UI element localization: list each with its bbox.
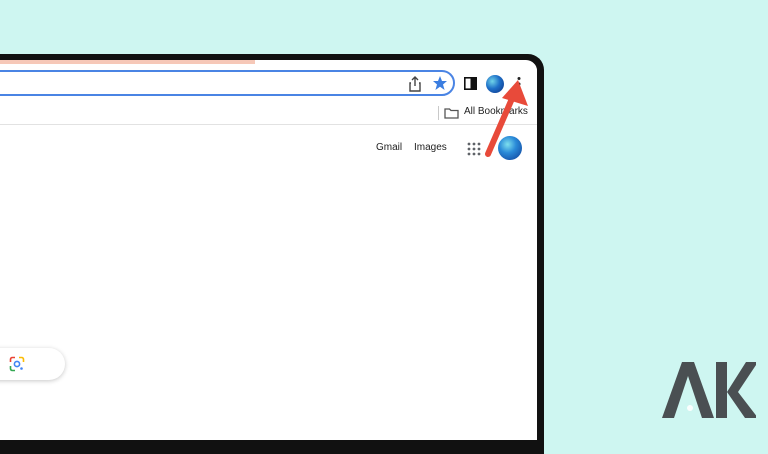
- lens-icon[interactable]: [9, 356, 25, 372]
- bookmarks-bar: All Bookmarks: [0, 104, 537, 125]
- side-panel-icon[interactable]: [464, 77, 477, 90]
- browser-window: All Bookmarks Gmail Images: [0, 60, 537, 440]
- share-icon[interactable]: [408, 76, 422, 92]
- google-search-box[interactable]: [0, 348, 65, 380]
- address-bar[interactable]: [0, 70, 455, 96]
- gmail-link[interactable]: Gmail: [376, 142, 402, 153]
- ak-logo: [662, 362, 756, 418]
- folder-icon: [444, 108, 459, 119]
- browser-toolbar: [0, 64, 537, 104]
- red-arrow-annotation: [485, 80, 528, 157]
- bookmark-star-icon[interactable]: [432, 75, 448, 91]
- bookmarks-divider: [438, 106, 439, 120]
- images-link[interactable]: Images: [414, 142, 447, 153]
